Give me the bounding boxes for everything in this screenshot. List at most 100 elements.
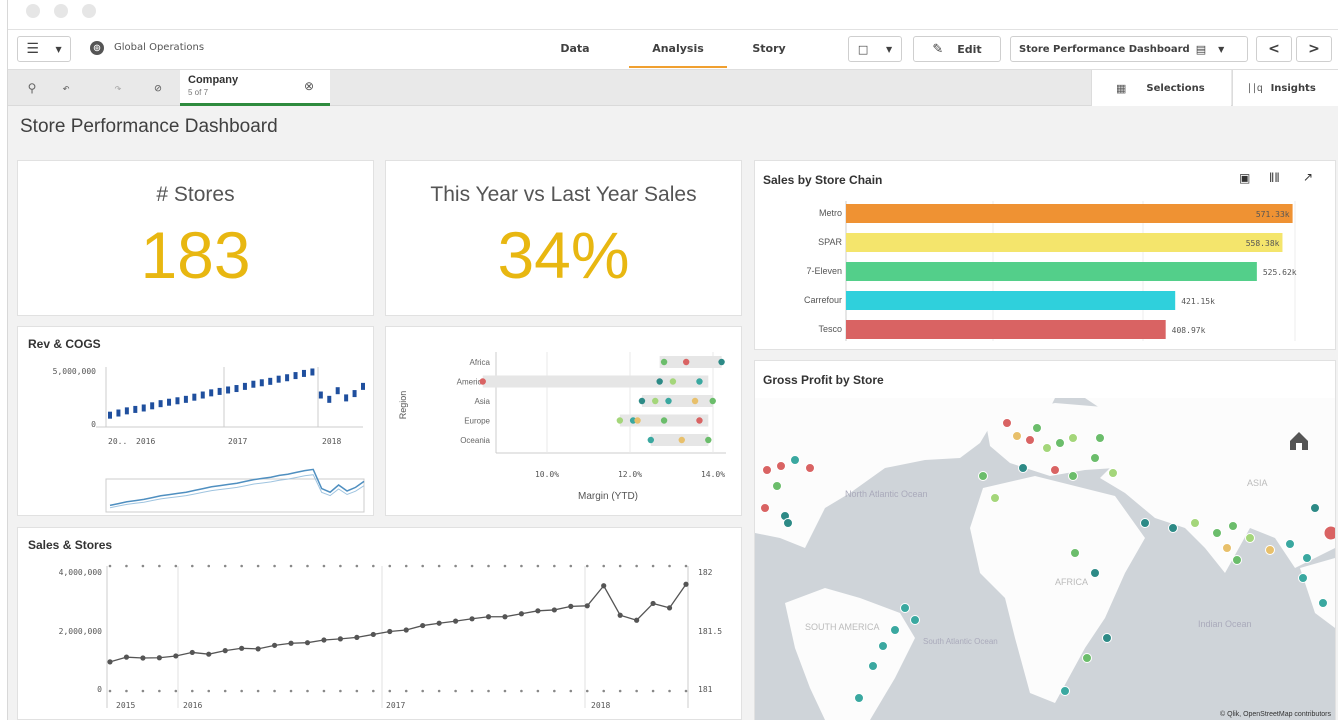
rev-bar[interactable] [226,386,231,394]
rev-bar[interactable] [259,379,264,387]
data-point[interactable] [660,358,668,366]
data-point[interactable] [683,581,689,587]
rev-bar[interactable] [124,407,129,415]
data-point[interactable] [634,617,640,623]
bookmarks-button[interactable]: □ ▼ [848,36,902,62]
store-point[interactable] [1018,463,1028,473]
rev-bar[interactable] [108,411,112,419]
window-control-icon[interactable] [26,4,40,18]
data-point[interactable] [584,603,590,609]
store-point[interactable] [1012,431,1022,441]
rev-bar[interactable] [150,402,155,410]
next-sheet-button[interactable]: > [1296,36,1332,62]
data-point[interactable] [255,646,261,652]
store-point[interactable] [805,463,815,473]
data-point[interactable] [206,651,212,657]
clear-selection-icon[interactable]: ⊗ [304,79,314,93]
insights-button[interactable]: ∣∣q Insights [1232,70,1338,106]
store-point[interactable] [1068,471,1078,481]
data-point[interactable] [709,397,716,405]
store-point[interactable] [1245,533,1255,543]
rev-bar[interactable] [335,387,340,395]
data-point[interactable] [107,659,113,665]
rev-bar[interactable] [318,391,323,399]
store-point[interactable] [1095,433,1105,443]
data-point[interactable] [656,378,663,385]
rev-bar[interactable] [175,397,180,405]
data-point[interactable] [718,358,725,366]
sales-by-chain-card[interactable]: Sales by Store Chain ▣ ‖‖ ↗ Metro 571.33k… [754,160,1336,350]
store-point[interactable] [1298,573,1308,583]
data-point[interactable] [502,614,508,620]
data-point[interactable] [669,378,677,385]
sheet-selector[interactable]: Store Performance Dashboard ▤ ▼ [1010,36,1248,62]
kpi-sales-card[interactable]: This Year vs Last Year Sales 34% [385,160,742,316]
data-point[interactable] [403,627,409,633]
data-point[interactable] [518,611,525,617]
data-point[interactable] [652,397,659,405]
store-point[interactable] [762,465,772,475]
store-point[interactable] [1050,465,1060,475]
store-point[interactable] [1060,686,1070,696]
store-point[interactable] [1285,539,1295,549]
data-point[interactable] [485,614,492,620]
store-point[interactable] [978,471,988,481]
store-point[interactable] [1055,438,1065,448]
data-point[interactable] [665,397,672,405]
store-point[interactable] [878,641,888,651]
rev-bar[interactable] [310,368,315,376]
rev-bar[interactable] [133,405,138,413]
selection-item-company[interactable]: Company 5 of 7 ⊗ [180,70,330,106]
data-point[interactable] [453,618,459,624]
store-point[interactable] [1168,523,1178,533]
rev-bar[interactable] [192,393,197,401]
store-point[interactable] [910,615,920,625]
bar[interactable] [846,291,1176,310]
step-forward-icon[interactable]: ↷ [108,78,128,98]
global-menu-button[interactable]: ☰ ▼ [17,36,71,62]
bar[interactable] [846,320,1166,339]
rev-bar[interactable] [361,382,365,390]
store-point[interactable] [1042,443,1052,453]
data-point[interactable] [647,436,655,444]
rev-bar[interactable] [200,391,205,399]
rev-cogs-card[interactable]: Rev & COGS 5,000,000 0 20.. 2016 2017 20… [17,326,374,516]
store-point[interactable] [776,461,786,471]
rev-bar[interactable] [301,369,306,377]
bar[interactable] [846,262,1257,281]
data-point[interactable] [370,631,376,638]
data-point[interactable] [173,653,179,659]
data-point[interactable] [436,620,442,626]
store-point[interactable] [1212,528,1222,538]
store-point[interactable] [868,661,878,671]
rev-bar[interactable] [251,380,256,388]
store-point[interactable] [890,625,900,635]
rev-bar[interactable] [268,377,273,385]
store-point[interactable] [1232,555,1242,565]
store-point[interactable] [1070,548,1080,558]
data-point[interactable] [616,417,624,424]
data-point[interactable] [696,417,703,424]
window-control-icon[interactable] [54,4,68,18]
data-point[interactable] [140,655,146,661]
data-point[interactable] [650,600,656,607]
data-point[interactable] [321,637,327,643]
data-point[interactable] [222,648,228,654]
sales-stores-card[interactable]: Sales & Stores 4,000,000 2,000,000 0 182… [17,527,742,720]
app-name[interactable]: Global Operations [114,42,204,53]
gross-profit-map-card[interactable]: Gross Profit by Store North Atlantic Oce… [754,360,1336,720]
data-point[interactable] [691,397,699,405]
store-point[interactable] [1318,598,1328,608]
data-point[interactable] [420,622,426,629]
data-point[interactable] [617,612,623,618]
store-point[interactable] [1082,653,1092,663]
data-point[interactable] [682,358,690,366]
store-point[interactable] [1068,433,1078,443]
store-point[interactable] [900,603,910,613]
store-point[interactable] [1025,435,1035,445]
data-point[interactable] [469,616,475,622]
smart-search-icon[interactable]: ⚲ [22,78,42,98]
store-point[interactable] [1090,568,1100,578]
data-point[interactable] [387,628,393,635]
store-point[interactable] [790,455,800,465]
